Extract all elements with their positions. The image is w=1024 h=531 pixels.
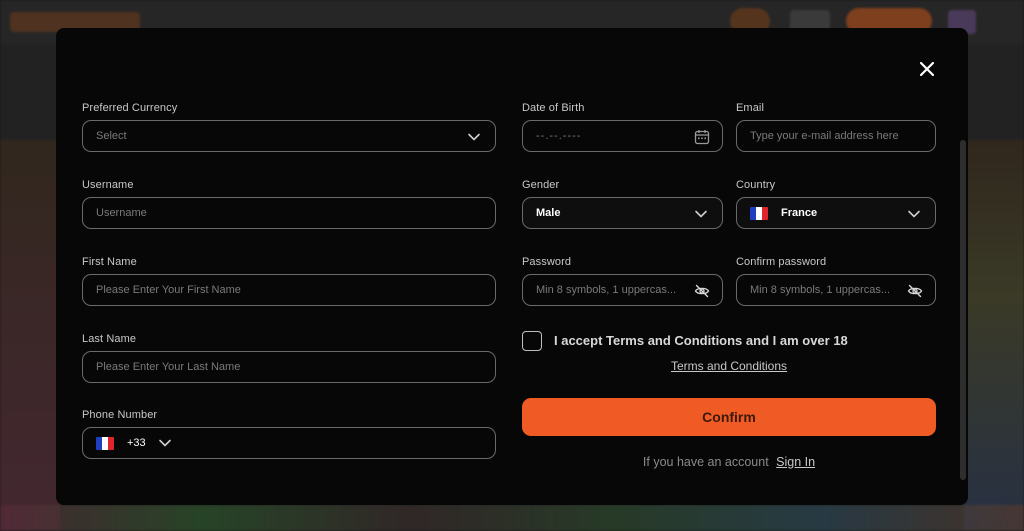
password-label: Password bbox=[522, 256, 572, 268]
close-button[interactable] bbox=[914, 56, 940, 82]
modal-scrollbar[interactable] bbox=[960, 140, 966, 480]
first-name-label: First Name bbox=[82, 256, 137, 268]
confirm-button[interactable]: Confirm bbox=[522, 398, 936, 436]
chevron-down-icon bbox=[695, 210, 707, 218]
country-label: Country bbox=[736, 179, 776, 191]
france-flag-icon bbox=[96, 436, 114, 450]
background-strip-right bbox=[964, 140, 1024, 530]
chevron-down-icon[interactable] bbox=[158, 436, 172, 450]
username-label: Username bbox=[82, 179, 134, 191]
phone-field[interactable]: +33 bbox=[82, 427, 496, 459]
calendar-icon[interactable] bbox=[694, 129, 710, 145]
registration-modal: Preferred Currency Select Username First… bbox=[56, 28, 968, 505]
chevron-down-icon bbox=[468, 133, 480, 141]
scrollbar-thumb[interactable] bbox=[960, 140, 966, 480]
email-label: Email bbox=[736, 102, 765, 114]
confirm-password-input[interactable] bbox=[750, 284, 899, 296]
currency-placeholder: Select bbox=[96, 130, 127, 142]
background-strip-left bbox=[0, 140, 60, 530]
dob-input[interactable] bbox=[536, 130, 709, 142]
password-field[interactable] bbox=[522, 274, 723, 306]
phone-country-code: +33 bbox=[127, 437, 146, 449]
password-input[interactable] bbox=[536, 284, 686, 296]
first-name-field[interactable] bbox=[82, 274, 496, 306]
confirm-password-field[interactable] bbox=[736, 274, 936, 306]
accept-terms-text: I accept Terms and Conditions and I am o… bbox=[554, 333, 848, 348]
signin-row: If you have an account Sign In bbox=[522, 455, 936, 469]
background-bottom-strip bbox=[0, 505, 1024, 531]
confirm-password-label: Confirm password bbox=[736, 256, 827, 268]
last-name-field[interactable] bbox=[82, 351, 496, 383]
chevron-down-icon bbox=[908, 210, 920, 218]
sign-in-link[interactable]: Sign In bbox=[776, 455, 815, 469]
username-field[interactable] bbox=[82, 197, 496, 229]
france-flag-icon bbox=[750, 206, 768, 220]
dob-label: Date of Birth bbox=[522, 102, 585, 114]
first-name-input[interactable] bbox=[96, 284, 482, 296]
close-icon bbox=[919, 61, 935, 77]
last-name-label: Last Name bbox=[82, 333, 137, 345]
have-account-text: If you have an account bbox=[642, 455, 769, 469]
username-input[interactable] bbox=[96, 207, 482, 219]
country-select[interactable]: France bbox=[736, 197, 936, 229]
eye-off-icon[interactable] bbox=[907, 283, 923, 299]
terms-checkbox[interactable] bbox=[522, 331, 542, 351]
country-value: France bbox=[781, 207, 818, 219]
currency-label: Preferred Currency bbox=[82, 102, 178, 114]
eye-off-icon[interactable] bbox=[694, 283, 710, 299]
terms-link[interactable]: Terms and Conditions bbox=[522, 359, 936, 373]
gender-select[interactable]: Male bbox=[522, 197, 723, 229]
currency-select[interactable]: Select bbox=[82, 120, 496, 152]
gender-value: Male bbox=[536, 207, 561, 219]
phone-label: Phone Number bbox=[82, 409, 158, 421]
email-input[interactable] bbox=[750, 130, 922, 142]
last-name-input[interactable] bbox=[96, 361, 482, 373]
gender-label: Gender bbox=[522, 179, 560, 191]
email-field[interactable] bbox=[736, 120, 936, 152]
dob-field[interactable] bbox=[522, 120, 723, 152]
